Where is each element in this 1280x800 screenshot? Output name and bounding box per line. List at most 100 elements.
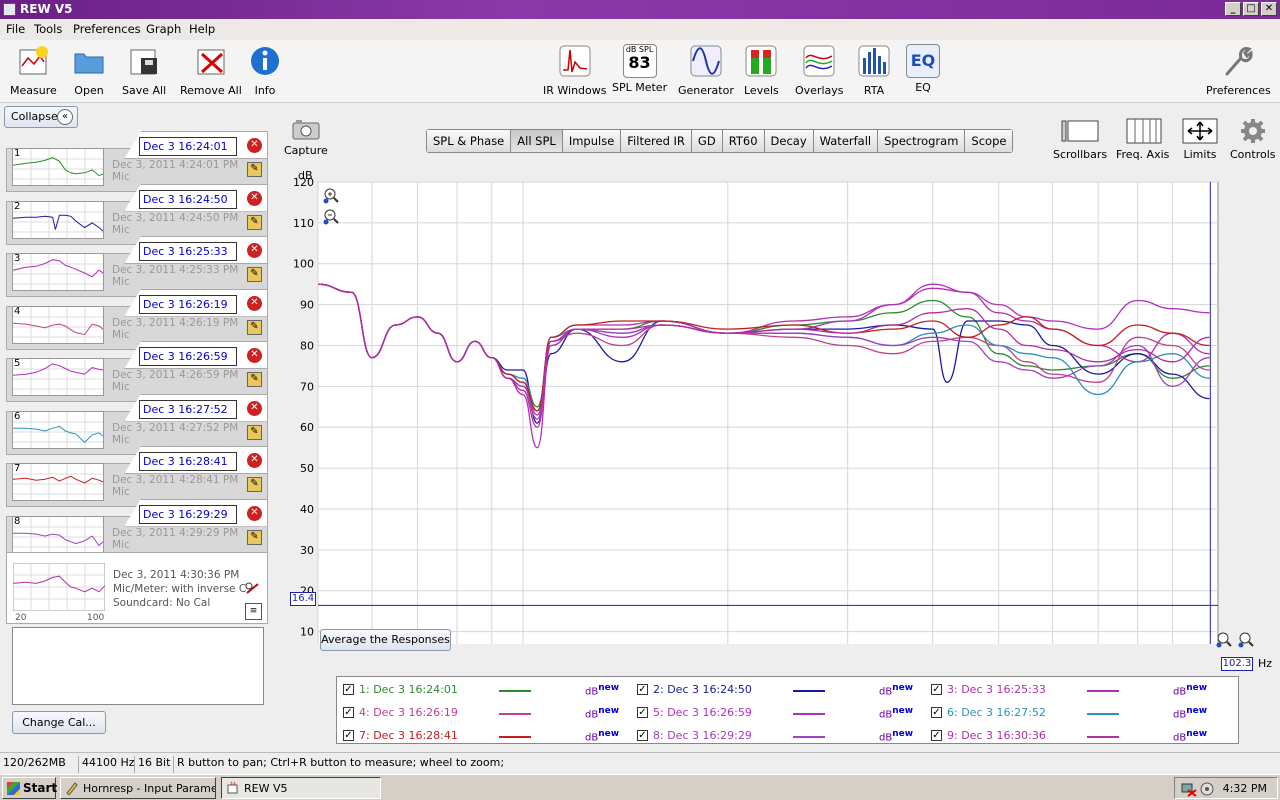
open-button[interactable]: Open bbox=[72, 44, 106, 97]
tab-spectrogram[interactable]: Spectrogram bbox=[878, 130, 966, 152]
edit-measurement-icon[interactable]: ✎ bbox=[247, 529, 262, 545]
tab-rt60[interactable]: RT60 bbox=[722, 130, 765, 152]
change-cal-button[interactable]: Change Cal... bbox=[12, 711, 106, 734]
measurement-name-field[interactable]: Dec 3 16:26:59 bbox=[139, 347, 237, 366]
average-responses-button[interactable]: Average the Responses bbox=[320, 629, 451, 651]
tab-gd[interactable]: GD bbox=[691, 130, 723, 152]
measurement-name-field[interactable]: Dec 3 16:24:50 bbox=[139, 189, 237, 209]
spl-graph[interactable]: 102030405060708090100110120 567891020304… bbox=[290, 170, 1230, 644]
legend-checkbox[interactable]: ✓ bbox=[343, 684, 354, 695]
tab-spl-phase[interactable]: SPL & Phase bbox=[427, 130, 512, 152]
limits-button[interactable]: Limits bbox=[1180, 117, 1220, 161]
freq-axis-button[interactable]: Freq. Axis bbox=[1116, 117, 1169, 161]
overlays-button[interactable]: Overlays bbox=[795, 44, 844, 97]
legend-db-badge[interactable]: dBnew bbox=[1173, 683, 1207, 697]
info-button[interactable]: Info bbox=[248, 44, 282, 97]
legend-checkbox[interactable]: ✓ bbox=[931, 707, 942, 718]
edit-measurement-icon[interactable]: ✎ bbox=[247, 267, 262, 282]
legend-checkbox[interactable]: ✓ bbox=[637, 707, 648, 718]
zoom-in-y-icon[interactable] bbox=[322, 186, 340, 204]
measure-button[interactable]: Measure bbox=[10, 44, 57, 97]
edit-measurement-icon[interactable]: ✎ bbox=[247, 372, 262, 387]
cursor-y-readout: 16.4 bbox=[290, 592, 316, 606]
legend-db-badge[interactable]: dBnew bbox=[879, 683, 913, 697]
scrollbars-label: Scrollbars bbox=[1053, 148, 1108, 161]
save-all-button[interactable]: Save All bbox=[122, 44, 166, 97]
measurement-name-field[interactable]: Dec 3 16:26:19 bbox=[139, 294, 237, 314]
menu-file[interactable]: File bbox=[6, 22, 25, 36]
tab-decay[interactable]: Decay bbox=[764, 130, 814, 152]
tab-waterfall[interactable]: Waterfall bbox=[813, 130, 879, 152]
legend-db-badge[interactable]: dBnew bbox=[585, 706, 619, 720]
ir-windows-button[interactable]: IR Windows bbox=[543, 44, 607, 97]
menu-preferences[interactable]: Preferences bbox=[73, 22, 141, 36]
zoom-out-y-icon[interactable] bbox=[322, 207, 340, 225]
rta-button[interactable]: RTA bbox=[857, 44, 891, 97]
legend-db-badge[interactable]: dBnew bbox=[879, 729, 913, 743]
ir-windows-label: IR Windows bbox=[543, 84, 607, 97]
remove-all-button[interactable]: Remove All bbox=[180, 44, 242, 97]
legend-db-badge[interactable]: dBnew bbox=[1173, 729, 1207, 743]
edit-measurement-icon[interactable]: ✎ bbox=[247, 162, 262, 177]
menu-graph[interactable]: Graph bbox=[146, 22, 181, 36]
legend-checkbox[interactable]: ✓ bbox=[343, 730, 354, 741]
delete-measurement-icon[interactable]: ✕ bbox=[247, 348, 262, 363]
legend-db-badge[interactable]: dBnew bbox=[1173, 706, 1207, 720]
spl-meter-button[interactable]: dB SPL 83 SPL Meter bbox=[612, 44, 667, 94]
measurement-name-field[interactable]: Dec 3 16:28:41 bbox=[139, 452, 237, 471]
gear-icon bbox=[1240, 119, 1265, 143]
edit-measurement-icon[interactable]: ✎ bbox=[247, 319, 262, 335]
tab-all-spl[interactable]: All SPL bbox=[511, 130, 563, 152]
maximize-button[interactable]: □ bbox=[1243, 2, 1259, 16]
start-button[interactable]: Start bbox=[2, 777, 57, 799]
zoom-out-x-icon[interactable] bbox=[1237, 630, 1255, 648]
volume-icon[interactable] bbox=[1199, 781, 1215, 797]
taskbar-item-hornresp[interactable]: Hornresp - Input Parame... bbox=[60, 777, 216, 799]
measurement-name-field[interactable]: Dec 3 16:29:29 bbox=[139, 504, 237, 524]
network-icon[interactable] bbox=[1181, 781, 1197, 797]
menu-tools[interactable]: Tools bbox=[34, 22, 62, 36]
tab-impulse[interactable]: Impulse bbox=[562, 130, 622, 152]
menu-help[interactable]: Help bbox=[189, 22, 215, 36]
generator-button[interactable]: Generator bbox=[678, 44, 734, 97]
legend-db-badge[interactable]: dBnew bbox=[585, 683, 619, 697]
tab-scope[interactable]: Scope bbox=[965, 130, 1013, 152]
delete-measurement-icon[interactable]: ✕ bbox=[247, 138, 262, 153]
capture-button[interactable]: Capture bbox=[284, 117, 328, 157]
measurement-name-field[interactable]: Dec 3 16:27:52 bbox=[139, 399, 237, 419]
collapse-button[interactable]: Collapse « bbox=[4, 106, 78, 128]
notes-icon[interactable]: ≡ bbox=[245, 603, 262, 620]
legend-checkbox[interactable]: ✓ bbox=[637, 730, 648, 741]
delete-measurement-icon[interactable]: ✕ bbox=[247, 505, 262, 521]
minimize-button[interactable]: _ bbox=[1225, 2, 1241, 16]
zoom-in-x-icon[interactable] bbox=[1215, 630, 1233, 648]
notes-field[interactable] bbox=[12, 627, 264, 705]
measurement-name-field[interactable]: Dec 3 16:24:01 bbox=[139, 137, 237, 156]
taskbar-item-rew[interactable]: REW V5 bbox=[221, 777, 381, 799]
wrench-icon bbox=[1225, 47, 1253, 76]
edit-measurement-icon[interactable]: ✎ bbox=[247, 424, 262, 440]
legend-checkbox[interactable]: ✓ bbox=[931, 730, 942, 741]
delete-measurement-icon[interactable]: ✕ bbox=[247, 453, 262, 468]
collapse-label: Collapse bbox=[11, 110, 58, 123]
legend-checkbox[interactable]: ✓ bbox=[637, 684, 648, 695]
delete-measurement-icon[interactable]: ✕ bbox=[247, 295, 262, 311]
eq-button[interactable]: EQ EQ bbox=[906, 44, 940, 94]
tab-filtered-ir[interactable]: Filtered IR bbox=[621, 130, 692, 152]
delete-measurement-icon[interactable]: ✕ bbox=[247, 243, 262, 258]
scrollbars-button[interactable]: Scrollbars bbox=[1053, 117, 1107, 161]
delete-measurement-icon[interactable]: ✕ bbox=[247, 190, 262, 206]
legend-checkbox[interactable]: ✓ bbox=[931, 684, 942, 695]
edit-measurement-icon[interactable]: ✎ bbox=[247, 214, 262, 230]
legend-db-badge[interactable]: dBnew bbox=[879, 706, 913, 720]
close-button[interactable]: ✕ bbox=[1261, 2, 1277, 16]
legend-db-badge[interactable]: dBnew bbox=[585, 729, 619, 743]
delete-measurement-icon[interactable]: ✕ bbox=[247, 400, 262, 416]
measurement-name-field[interactable]: Dec 3 16:25:33 bbox=[139, 242, 237, 261]
mic-cal-icon[interactable] bbox=[245, 582, 260, 595]
preferences-button[interactable]: Preferences bbox=[1206, 44, 1271, 97]
levels-button[interactable]: Levels bbox=[744, 44, 779, 97]
controls-button[interactable]: Controls bbox=[1230, 117, 1276, 161]
edit-measurement-icon[interactable]: ✎ bbox=[247, 477, 262, 492]
legend-checkbox[interactable]: ✓ bbox=[343, 707, 354, 718]
